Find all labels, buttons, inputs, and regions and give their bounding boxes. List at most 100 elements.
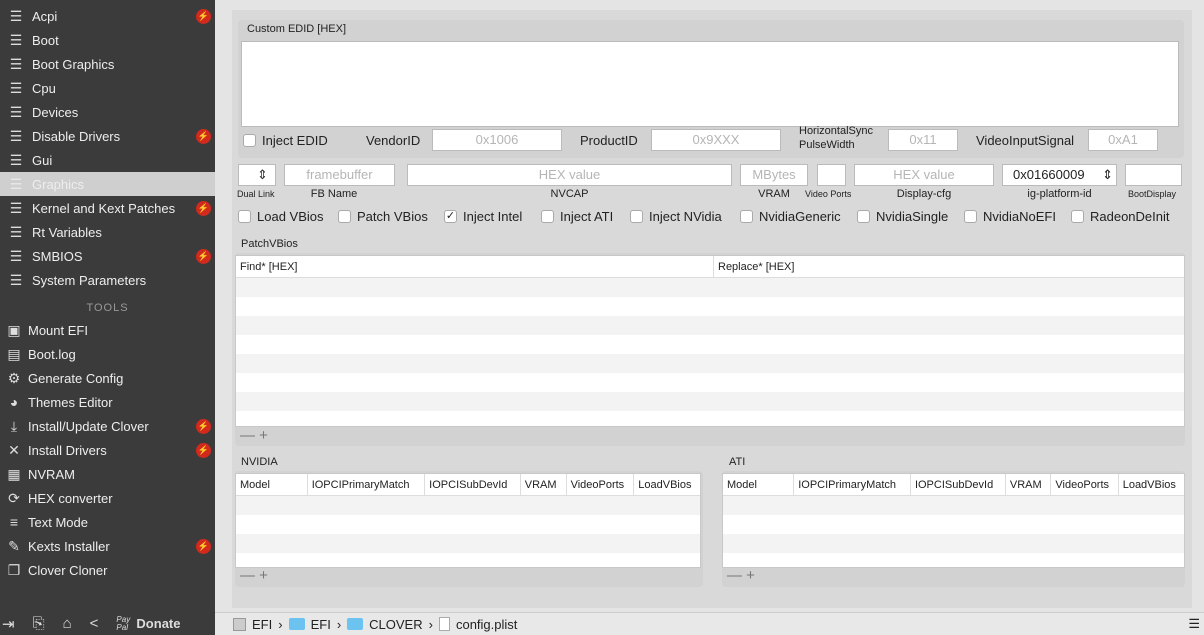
product-id-input[interactable]: 0x9XXX: [651, 129, 781, 151]
column-header[interactable]: Model: [236, 474, 308, 495]
tool-item[interactable]: ◕ Themes Editor: [0, 390, 215, 414]
column-header[interactable]: Find* [HEX]: [236, 256, 714, 277]
checkbox-box[interactable]: [243, 134, 256, 147]
column-header[interactable]: Replace* [HEX]: [714, 256, 794, 277]
column-header[interactable]: VRAM: [1006, 474, 1052, 495]
export-icon[interactable]: ⎘: [33, 615, 45, 632]
checkbox[interactable]: Patch VBios: [338, 209, 428, 224]
patch-vbios-table[interactable]: Find* [HEX] Replace* [HEX]: [235, 255, 1185, 427]
checkbox[interactable]: NvidiaGeneric: [740, 209, 841, 224]
fb-name-combobox[interactable]: framebuffer: [284, 164, 395, 186]
sidebar-item[interactable]: ☰ SMBIOS ⚡: [0, 244, 215, 268]
dual-link-stepper[interactable]: ⇕: [238, 164, 276, 186]
table-row[interactable]: [236, 534, 700, 553]
boot-display-input[interactable]: [1125, 164, 1182, 186]
donate-button[interactable]: Pay Pal Donate: [116, 615, 180, 632]
column-header[interactable]: IOPCISubDevId: [911, 474, 1006, 495]
path-item[interactable]: EFI: [311, 617, 331, 632]
tool-item[interactable]: ≡ Text Mode: [0, 510, 215, 534]
table-row[interactable]: [236, 373, 1184, 392]
checkbox-box[interactable]: [630, 210, 643, 223]
column-header[interactable]: VideoPorts: [567, 474, 635, 495]
sidebar-item[interactable]: ☰ Acpi ⚡: [0, 4, 215, 28]
table-row[interactable]: [236, 354, 1184, 373]
column-header[interactable]: VRAM: [521, 474, 567, 495]
table-row[interactable]: [236, 515, 700, 534]
sidebar-item[interactable]: ☰ Boot: [0, 28, 215, 52]
sidebar-item[interactable]: ☰ Kernel and Kext Patches ⚡: [0, 196, 215, 220]
add-remove-buttons[interactable]: — +: [240, 427, 268, 444]
column-header[interactable]: IOPCIPrimaryMatch: [794, 474, 911, 495]
checkbox-box[interactable]: [1071, 210, 1084, 223]
table-row[interactable]: [723, 534, 1184, 553]
checkbox[interactable]: Inject ATI: [541, 209, 613, 224]
hsync-input[interactable]: 0x11: [888, 129, 958, 151]
checkbox[interactable]: RadeonDeInit: [1071, 209, 1170, 224]
table-row[interactable]: [236, 316, 1184, 335]
tool-item[interactable]: ▣ Mount EFI: [0, 318, 215, 342]
table-row[interactable]: [236, 392, 1184, 411]
nvcap-input[interactable]: HEX value: [407, 164, 732, 186]
menu-icon[interactable]: ☰: [1188, 616, 1200, 632]
sidebar-item[interactable]: ☰ Devices: [0, 100, 215, 124]
import-icon[interactable]: ⇥: [2, 615, 15, 633]
checkbox[interactable]: NvidiaNoEFI: [964, 209, 1056, 224]
sidebar-item[interactable]: ☰ Rt Variables: [0, 220, 215, 244]
table-row[interactable]: [723, 515, 1184, 534]
tool-item[interactable]: ▦ NVRAM: [0, 462, 215, 486]
table-row[interactable]: [236, 496, 700, 515]
share-icon[interactable]: <: [90, 615, 99, 632]
tool-item[interactable]: ▤ Boot.log: [0, 342, 215, 366]
sidebar-item[interactable]: ☰ Boot Graphics: [0, 52, 215, 76]
add-remove-buttons[interactable]: — +: [240, 567, 268, 584]
stepper-icon[interactable]: ⇕: [1102, 165, 1113, 185]
tool-item[interactable]: ✕ Install Drivers ⚡: [0, 438, 215, 462]
tool-item[interactable]: ⟳ HEX converter: [0, 486, 215, 510]
vram-input[interactable]: MBytes: [740, 164, 808, 186]
table-row[interactable]: [236, 297, 1184, 316]
table-row[interactable]: [236, 335, 1184, 354]
checkbox-box[interactable]: [964, 210, 977, 223]
path-item[interactable]: EFI: [252, 617, 272, 632]
video-input-signal-input[interactable]: 0xA1: [1088, 129, 1158, 151]
column-header[interactable]: LoadVBios: [1119, 474, 1184, 495]
checkbox[interactable]: NvidiaSingle: [857, 209, 948, 224]
checkbox[interactable]: ✓ Inject Intel: [444, 209, 522, 224]
tool-item[interactable]: ❐ Clover Cloner: [0, 558, 215, 582]
display-cfg-input[interactable]: HEX value: [854, 164, 994, 186]
inject-edid-checkbox[interactable]: Inject EDID: [243, 133, 328, 148]
checkbox-box[interactable]: [541, 210, 554, 223]
tool-item[interactable]: ⤓ Install/Update Clover ⚡: [0, 414, 215, 438]
sidebar-item[interactable]: ☰ System Parameters: [0, 268, 215, 292]
home-icon[interactable]: ⌂: [63, 615, 72, 632]
checkbox[interactable]: Load VBios: [238, 209, 324, 224]
checkbox[interactable]: Inject NVidia: [630, 209, 722, 224]
nvidia-table[interactable]: Model IOPCIPrimaryMatch IOPCISubDevId VRAM V…: [235, 473, 701, 568]
table-row[interactable]: [723, 496, 1184, 515]
path-item[interactable]: config.plist: [456, 617, 517, 632]
column-header[interactable]: LoadVBios: [634, 474, 700, 495]
sidebar-item[interactable]: ☰ Disable Drivers ⚡: [0, 124, 215, 148]
checkbox-box[interactable]: [740, 210, 753, 223]
ati-table[interactable]: Model IOPCIPrimaryMatch IOPCISubDevId VRAM V…: [722, 473, 1185, 568]
tool-item[interactable]: ⚙ Generate Config: [0, 366, 215, 390]
path-item[interactable]: CLOVER: [369, 617, 422, 632]
tool-item[interactable]: ✎ Kexts Installer ⚡: [0, 534, 215, 558]
add-remove-buttons[interactable]: — +: [727, 567, 755, 584]
checkbox-box[interactable]: [338, 210, 351, 223]
checkbox-box[interactable]: [857, 210, 870, 223]
table-row[interactable]: [236, 278, 1184, 297]
video-ports-input[interactable]: [817, 164, 846, 186]
sidebar-item[interactable]: ☰ Gui: [0, 148, 215, 172]
sidebar-item[interactable]: ☰ Cpu: [0, 76, 215, 100]
checkbox-box[interactable]: ✓: [444, 210, 457, 223]
column-header[interactable]: IOPCISubDevId: [425, 474, 521, 495]
column-header[interactable]: IOPCIPrimaryMatch: [308, 474, 426, 495]
column-header[interactable]: Model: [723, 474, 795, 495]
vendor-id-input[interactable]: 0x1006: [432, 129, 562, 151]
custom-edid-input[interactable]: [241, 41, 1179, 127]
column-header[interactable]: VideoPorts: [1051, 474, 1119, 495]
checkbox-box[interactable]: [238, 210, 251, 223]
sidebar-item[interactable]: ☰ Graphics: [0, 172, 215, 196]
ig-platform-id-combobox[interactable]: 0x01660009 ⇕: [1002, 164, 1117, 186]
